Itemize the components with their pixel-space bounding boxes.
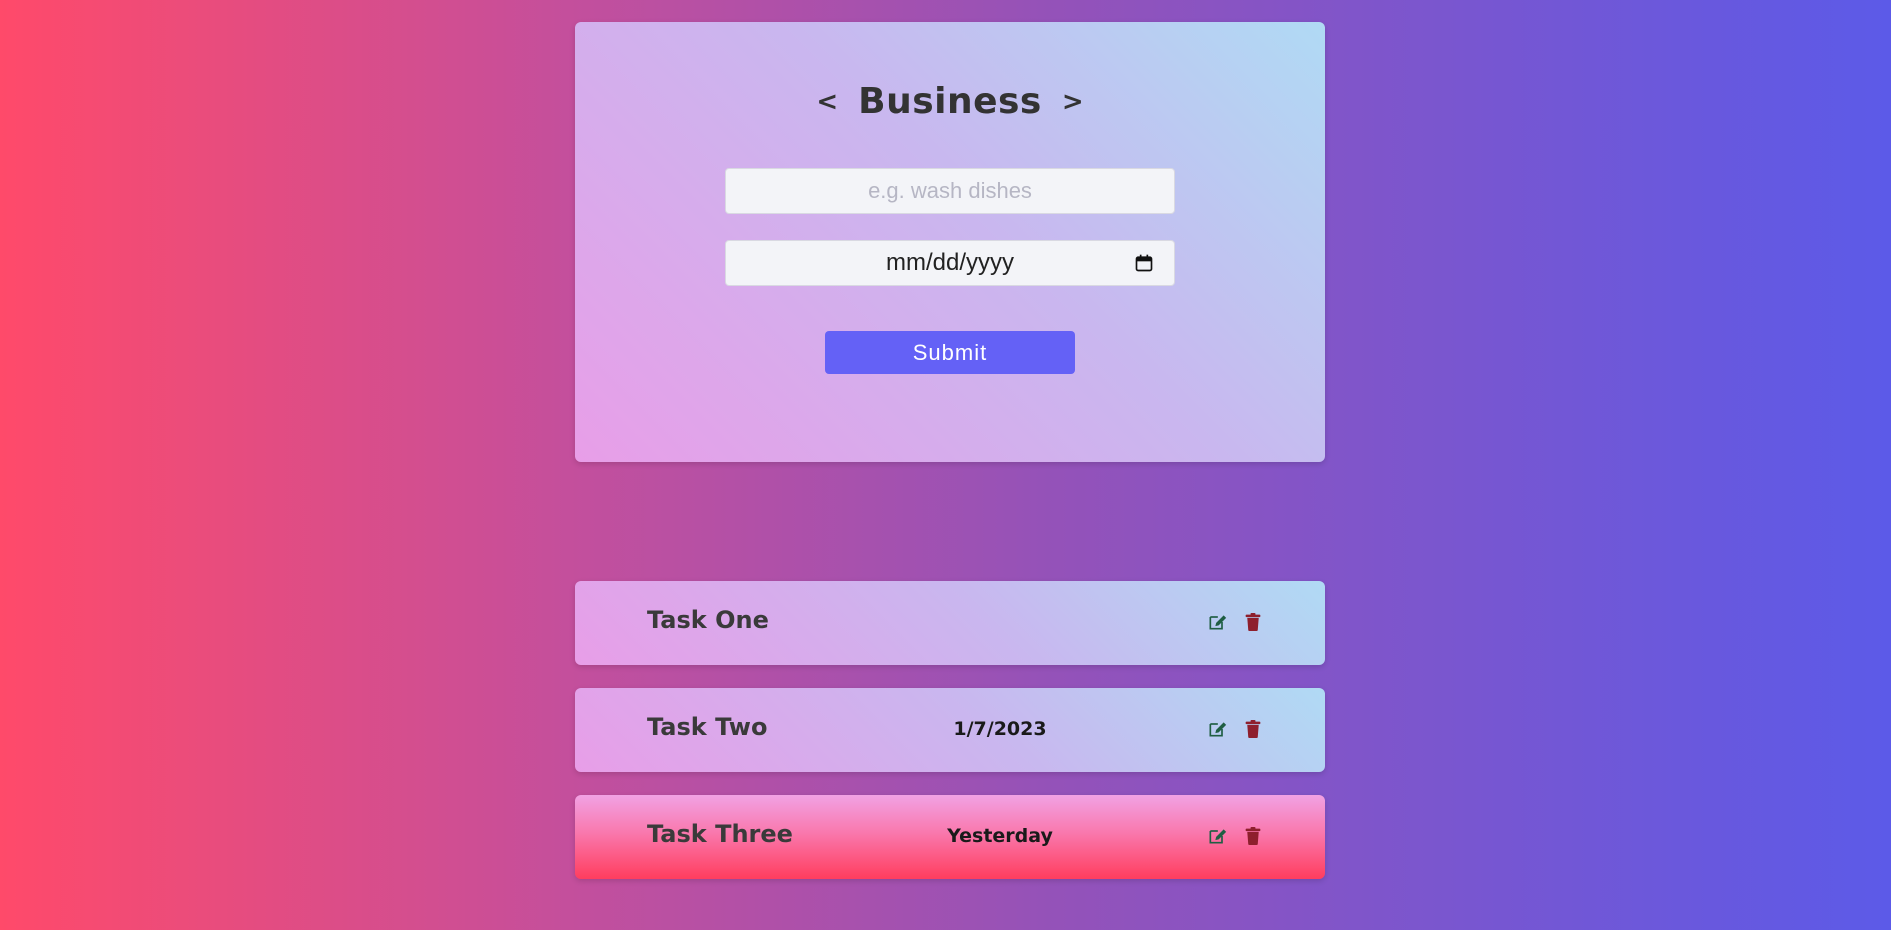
- calendar-icon[interactable]: [1134, 253, 1154, 273]
- category-nav: < Business >: [575, 84, 1325, 120]
- task-item: Task Two 1/7/2023: [575, 688, 1325, 772]
- date-input[interactable]: mm/dd/yyyy: [725, 240, 1175, 286]
- task-title: Task Three: [647, 820, 793, 848]
- trash-icon[interactable]: [1243, 826, 1263, 846]
- task-actions: [1207, 826, 1263, 846]
- task-input[interactable]: e.g. wash dishes: [725, 168, 1175, 214]
- task-input-placeholder: e.g. wash dishes: [868, 178, 1032, 203]
- task-title: Task Two: [647, 713, 768, 741]
- category-title: Business: [858, 81, 1042, 122]
- task-actions: [1207, 612, 1263, 632]
- chevron-left-icon[interactable]: <: [816, 89, 838, 115]
- task-item: Task One: [575, 581, 1325, 665]
- edit-icon[interactable]: [1207, 826, 1227, 846]
- edit-icon[interactable]: [1207, 719, 1227, 739]
- chevron-right-icon[interactable]: >: [1062, 89, 1084, 115]
- edit-icon[interactable]: [1207, 612, 1227, 632]
- date-input-placeholder: mm/dd/yyyy: [885, 249, 1014, 276]
- submit-button[interactable]: Submit: [825, 331, 1075, 374]
- task-date: Yesterday: [947, 825, 1053, 847]
- task-form-card: < Business > e.g. wash dishes mm/dd/yyyy…: [575, 22, 1325, 462]
- trash-icon[interactable]: [1243, 719, 1263, 739]
- task-actions: [1207, 719, 1263, 739]
- task-date: 1/7/2023: [953, 718, 1047, 740]
- trash-icon[interactable]: [1243, 612, 1263, 632]
- task-title: Task One: [647, 606, 769, 634]
- task-item: Task Three Yesterday: [575, 795, 1325, 879]
